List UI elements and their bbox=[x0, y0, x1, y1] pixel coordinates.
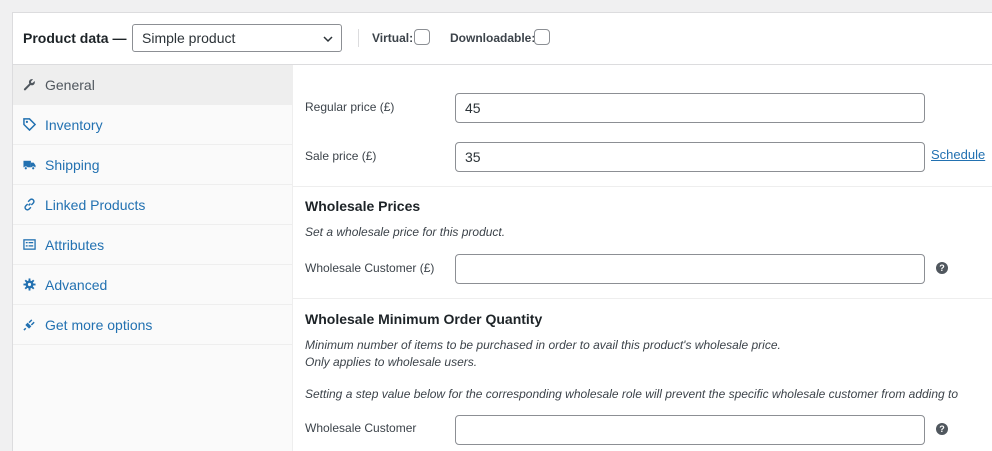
virtual-checkbox[interactable] bbox=[414, 29, 430, 45]
tab-general[interactable]: General bbox=[13, 65, 292, 105]
wholesale-customer-moq-input[interactable] bbox=[455, 415, 925, 445]
help-icon[interactable]: ? bbox=[936, 262, 948, 274]
gear-icon bbox=[23, 278, 36, 291]
tab-label: Linked Products bbox=[45, 196, 146, 213]
tab-label: General bbox=[45, 76, 95, 93]
tab-label: Get more options bbox=[45, 316, 153, 333]
divider bbox=[293, 186, 992, 187]
tab-attributes[interactable]: Attributes bbox=[13, 225, 292, 265]
downloadable-label: Downloadable: bbox=[450, 31, 536, 45]
virtual-label: Virtual: bbox=[372, 31, 414, 45]
general-options-panel: Regular price (£) 45 Sale price (£) 35 S… bbox=[293, 65, 992, 451]
wrench-icon bbox=[23, 79, 35, 91]
wholesale-prices-title: Wholesale Prices bbox=[305, 198, 421, 214]
tab-label: Inventory bbox=[45, 116, 103, 133]
link-icon bbox=[24, 198, 35, 211]
tab-get-more-options[interactable]: Get more options bbox=[13, 305, 292, 345]
wholesale-customer-price-input[interactable] bbox=[455, 254, 925, 284]
wholesale-customer-moq-label: Wholesale Customer bbox=[305, 421, 417, 435]
downloadable-checkbox[interactable] bbox=[534, 29, 550, 45]
product-data-panel: Product data — Simple product Virtual: D… bbox=[12, 12, 992, 451]
wholesale-moq-description-line2: Only applies to wholesale users. bbox=[305, 355, 478, 369]
tab-label: Shipping bbox=[45, 156, 100, 173]
plugin-icon bbox=[23, 319, 35, 331]
product-data-title: Product data — bbox=[23, 30, 127, 46]
product-data-header: Product data — Simple product Virtual: D… bbox=[13, 13, 992, 65]
tab-inventory[interactable]: Inventory bbox=[13, 105, 292, 145]
wholesale-prices-description: Set a wholesale price for this product. bbox=[305, 225, 506, 239]
tab-label: Advanced bbox=[45, 276, 108, 293]
tag-icon bbox=[23, 118, 36, 131]
product-type-value: Simple product bbox=[142, 30, 236, 46]
regular-price-label: Regular price (£) bbox=[305, 100, 395, 114]
wholesale-moq-title: Wholesale Minimum Order Quantity bbox=[305, 311, 543, 327]
tab-linked-products[interactable]: Linked Products bbox=[13, 185, 292, 225]
wholesale-customer-price-label: Wholesale Customer (£) bbox=[305, 261, 435, 275]
divider bbox=[293, 298, 992, 299]
tab-advanced[interactable]: Advanced bbox=[13, 265, 292, 305]
tab-label: Attributes bbox=[45, 236, 105, 253]
truck-icon bbox=[23, 160, 36, 171]
help-icon[interactable]: ? bbox=[936, 423, 948, 435]
chevron-down-icon bbox=[323, 36, 333, 43]
sale-price-label: Sale price (£) bbox=[305, 149, 377, 163]
schedule-link[interactable]: Schedule bbox=[931, 147, 985, 162]
wholesale-moq-description-line1: Minimum number of items to be purchased … bbox=[305, 338, 781, 352]
header-separator bbox=[358, 29, 359, 47]
product-data-tabs: General Inventory Shipping Linked Produc… bbox=[13, 65, 293, 451]
wholesale-moq-description-line3: Setting a step value below for the corre… bbox=[305, 387, 959, 401]
product-type-select[interactable]: Simple product bbox=[132, 24, 342, 52]
regular-price-input[interactable]: 45 bbox=[455, 93, 925, 123]
sale-price-input[interactable]: 35 bbox=[455, 142, 925, 172]
tab-shipping[interactable]: Shipping bbox=[13, 145, 292, 185]
list-icon bbox=[23, 239, 36, 250]
